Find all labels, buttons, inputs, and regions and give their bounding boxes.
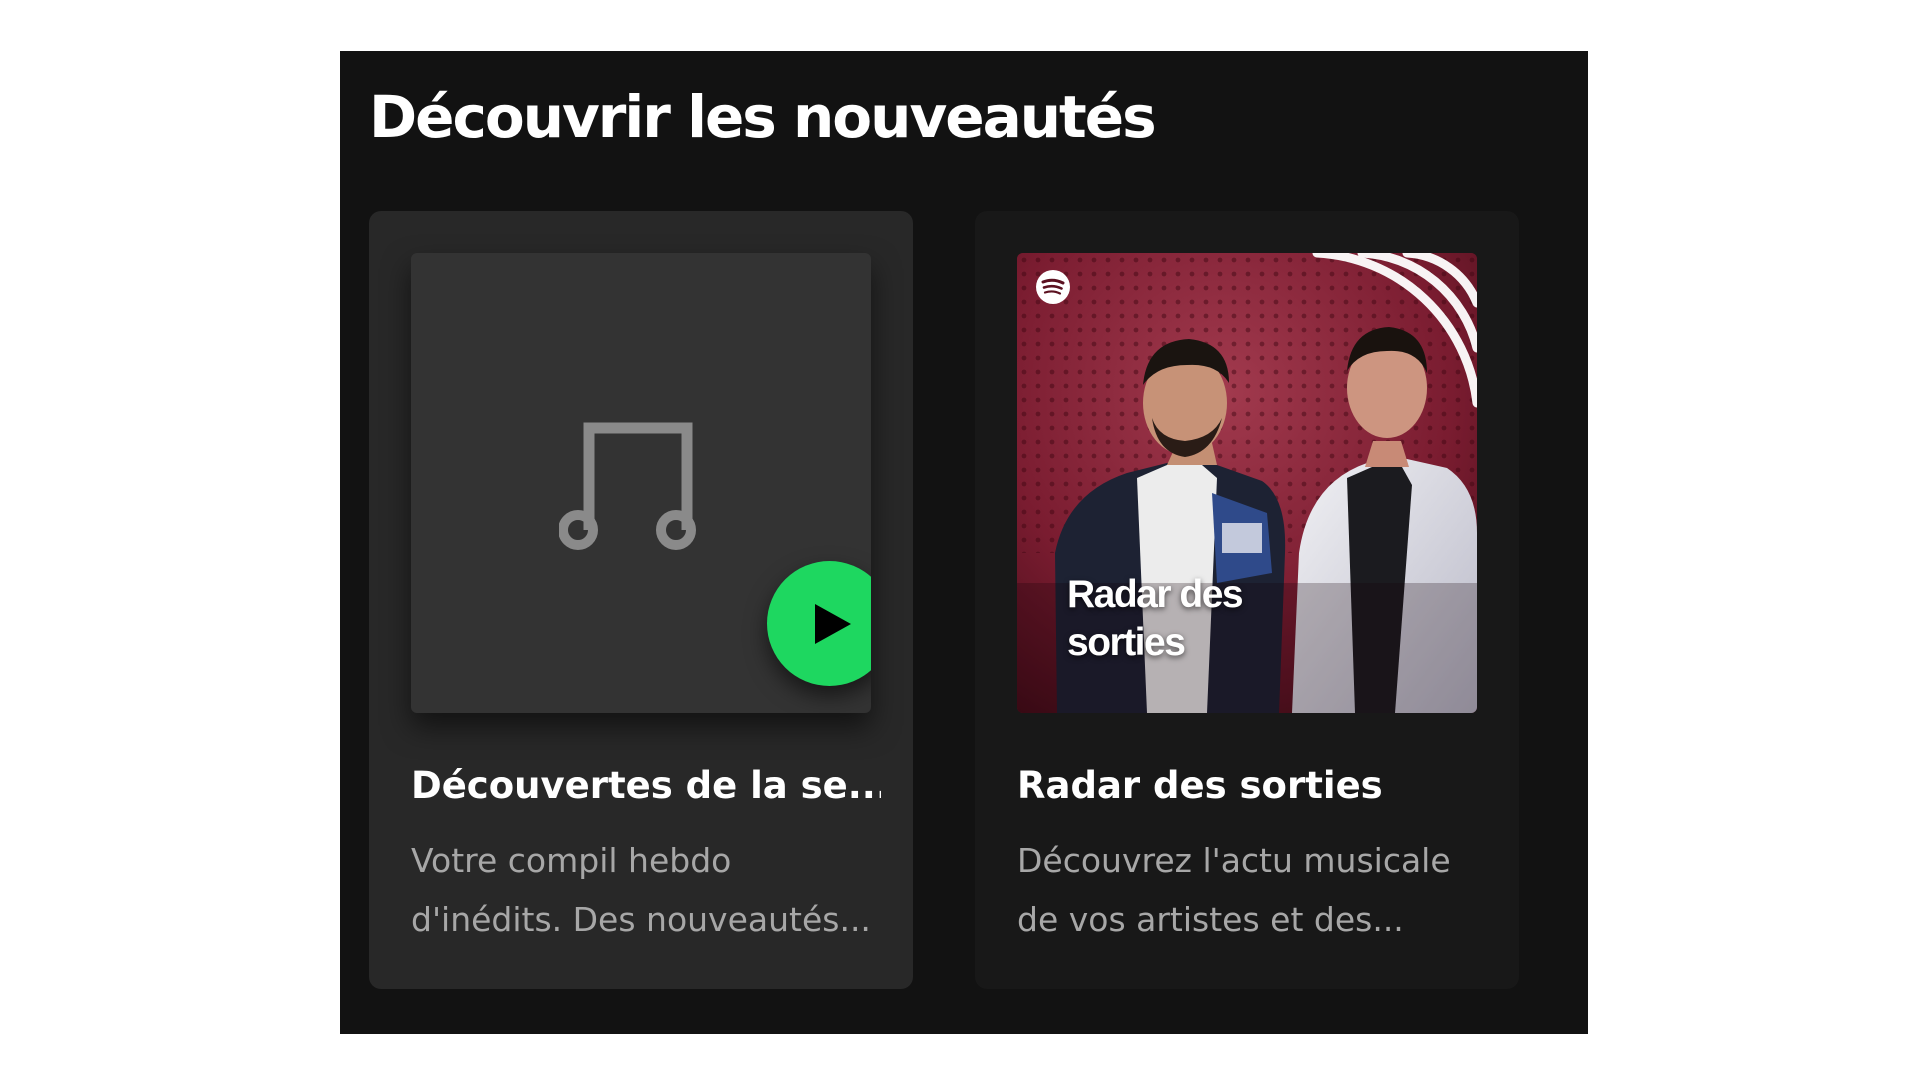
card-title[interactable]: Découvertes de la se... bbox=[411, 764, 881, 807]
playlist-card-discover-weekly[interactable]: Découvertes de la se... Votre compil heb… bbox=[369, 211, 913, 989]
section-title[interactable]: Découvrir les nouveautés bbox=[369, 83, 1157, 151]
play-icon bbox=[815, 603, 851, 644]
card-description-line: Votre compil hebdo bbox=[411, 841, 732, 880]
card-description: Votre compil hebdo d'inédits. Des nouvea… bbox=[411, 831, 881, 949]
cover-title-line: sorties bbox=[1067, 621, 1186, 664]
playlist-cover-art: Radar des sorties bbox=[1017, 253, 1477, 713]
card-description-line: de vos artistes et des... bbox=[1017, 900, 1404, 939]
cover-title-overlay: Radar des sorties bbox=[1067, 571, 1327, 667]
spotify-logo-icon bbox=[1036, 270, 1070, 304]
playlist-card-release-radar[interactable]: Radar des sorties Radar des sorties Déco… bbox=[975, 211, 1519, 989]
cover-title-line: Radar des bbox=[1067, 573, 1244, 616]
play-button[interactable] bbox=[767, 561, 871, 686]
card-description: Découvrez l'actu musicale de vos artiste… bbox=[1017, 831, 1487, 949]
music-note-icon bbox=[559, 422, 696, 550]
card-description-line: Découvrez l'actu musicale bbox=[1017, 841, 1451, 880]
playlist-cover-placeholder bbox=[411, 253, 871, 713]
discover-new-section: Découvrir les nouveautés Découvertes de … bbox=[340, 51, 1588, 1034]
card-title[interactable]: Radar des sorties bbox=[1017, 764, 1487, 807]
card-description-line: d'inédits. Des nouveautés... bbox=[411, 900, 871, 939]
